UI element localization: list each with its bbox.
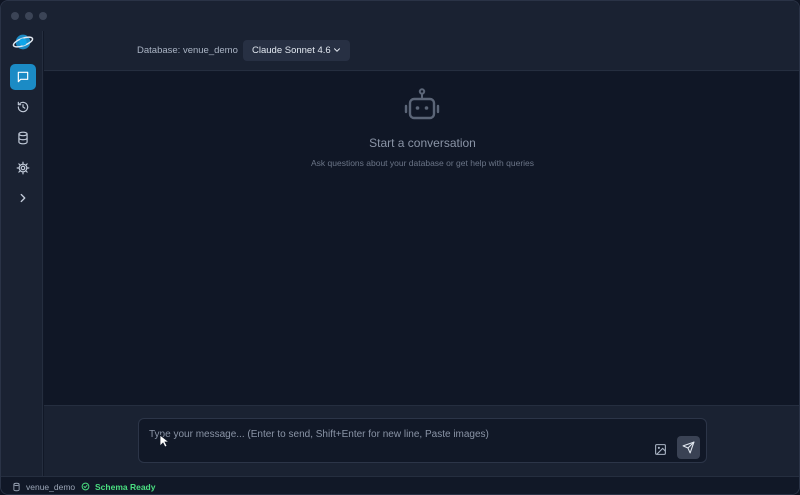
- chat-area: Start a conversation Ask questions about…: [44, 72, 799, 405]
- status-bar: venue_demo Schema Ready: [1, 476, 799, 494]
- model-selector-label: Claude Sonnet 4.6: [252, 45, 331, 56]
- send-button[interactable]: [677, 436, 700, 459]
- app-window: Database: venue_demo Claude Sonnet 4.6 S…: [0, 0, 800, 495]
- minimize-window-button[interactable]: [25, 12, 33, 20]
- header: Database: venue_demo Claude Sonnet 4.6: [44, 31, 799, 71]
- image-icon: [654, 443, 666, 455]
- chevron-right-icon: [20, 193, 26, 203]
- database-icon: [18, 131, 28, 145]
- sidebar: [1, 31, 43, 476]
- model-selector[interactable]: Claude Sonnet 4.6: [243, 40, 350, 61]
- status-database-name: venue_demo: [26, 482, 76, 492]
- sidebar-expand-button[interactable]: [10, 185, 36, 211]
- history-icon: [17, 101, 29, 113]
- sidebar-item-settings[interactable]: [10, 155, 36, 181]
- check-circle-icon: [81, 482, 90, 491]
- app-logo-icon: [12, 34, 34, 50]
- database-icon: [13, 482, 20, 492]
- bot-icon: [404, 88, 440, 120]
- gear-icon: [16, 161, 30, 175]
- sidebar-item-history[interactable]: [10, 94, 36, 120]
- sidebar-item-chat[interactable]: [10, 64, 36, 90]
- empty-state-title: Start a conversation: [369, 136, 476, 150]
- message-composer: [138, 418, 707, 463]
- title-bar: [1, 1, 799, 31]
- schema-status: Schema Ready: [95, 482, 156, 492]
- chat-icon: [17, 71, 29, 83]
- attach-image-button[interactable]: [651, 440, 669, 458]
- send-icon: [682, 441, 695, 454]
- composer-area: [44, 405, 799, 476]
- sidebar-item-database[interactable]: [10, 125, 36, 151]
- empty-state-subtitle: Ask questions about your database or get…: [310, 158, 535, 168]
- database-label: Database: venue_demo: [137, 45, 238, 56]
- chevron-down-icon: [334, 48, 340, 52]
- message-input[interactable]: [149, 427, 639, 441]
- maximize-window-button[interactable]: [39, 12, 47, 20]
- close-window-button[interactable]: [11, 12, 19, 20]
- mouse-cursor-icon: [159, 434, 169, 448]
